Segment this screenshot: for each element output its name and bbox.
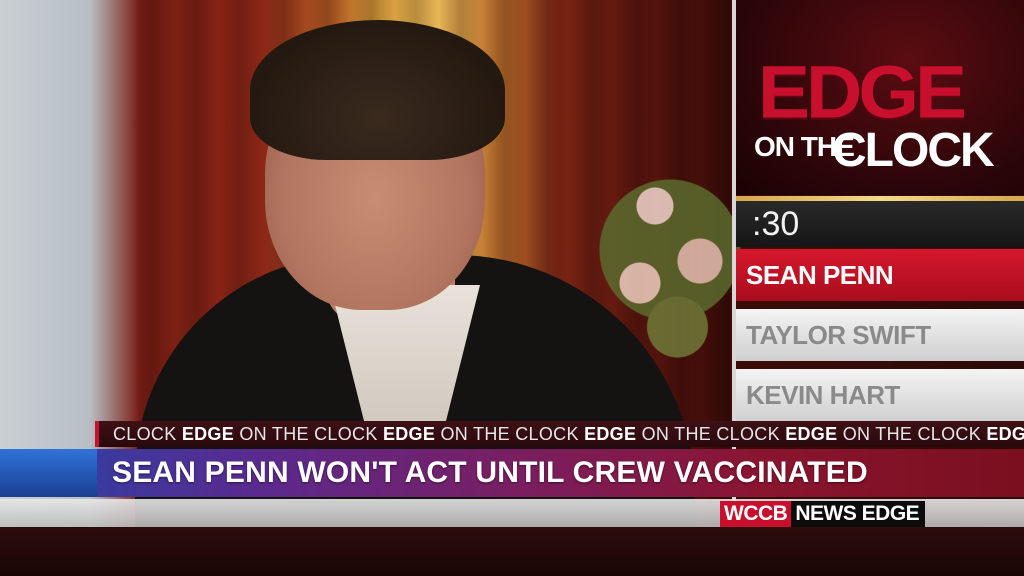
ticker-segment: ON THE CLOCK bbox=[234, 424, 383, 444]
ticker-segment-bold: EDGE bbox=[181, 424, 235, 444]
timer-countdown: :30 bbox=[752, 205, 800, 243]
person-hair bbox=[250, 20, 505, 160]
ticker-segment: ON THE CLOCK bbox=[837, 424, 987, 444]
station-logo-wccb: WCCB bbox=[720, 501, 792, 527]
sidebar-item-label: TAYLOR SWIFT bbox=[746, 320, 931, 350]
ticker-text: CLOCK EDGE ON THE CLOCK EDGE ON THE CLOC… bbox=[113, 424, 1024, 444]
ticker-segment: ON THE CLOCK bbox=[435, 424, 585, 444]
logo-clock-text: CLOCK bbox=[832, 124, 995, 177]
sidebar-item-sean-penn: SEAN PENN bbox=[736, 249, 1024, 301]
headline-text: SEAN PENN WON'T ACT UNTIL CREW VACCINATE… bbox=[112, 456, 868, 489]
ticker-segment-bold: EDGE bbox=[785, 424, 838, 444]
headline-accent bbox=[0, 449, 97, 497]
sidebar-item-kevin-hart: KEVIN HART bbox=[736, 369, 1024, 421]
sidebar-logo-panel: EDGE ON THE CLOCK bbox=[736, 0, 1024, 195]
station-logo-news-edge: NEWS EDGE bbox=[791, 501, 926, 527]
sidebar-item-label: KEVIN HART bbox=[746, 380, 900, 410]
ticker-strip: CLOCK EDGE ON THE CLOCK EDGE ON THE CLOC… bbox=[95, 421, 1024, 447]
station-logo: WCCB NEWS EDGE bbox=[720, 501, 926, 527]
timer-row: :30 bbox=[736, 201, 1024, 247]
ticker-segment-bold: EDGE bbox=[986, 424, 1024, 444]
ticker-segment: CLOCK bbox=[113, 424, 182, 444]
sidebar-item-taylor-swift: TAYLOR SWIFT bbox=[736, 309, 1024, 361]
logo-edge-text: EDGE bbox=[758, 50, 967, 134]
ticker-segment: ON THE CLOCK bbox=[636, 424, 786, 444]
ticker-segment-bold: EDGE bbox=[382, 424, 436, 444]
sidebar-item-label: SEAN PENN bbox=[746, 260, 894, 290]
bottom-background bbox=[0, 527, 1024, 576]
ticker-segment-bold: EDGE bbox=[584, 424, 637, 444]
